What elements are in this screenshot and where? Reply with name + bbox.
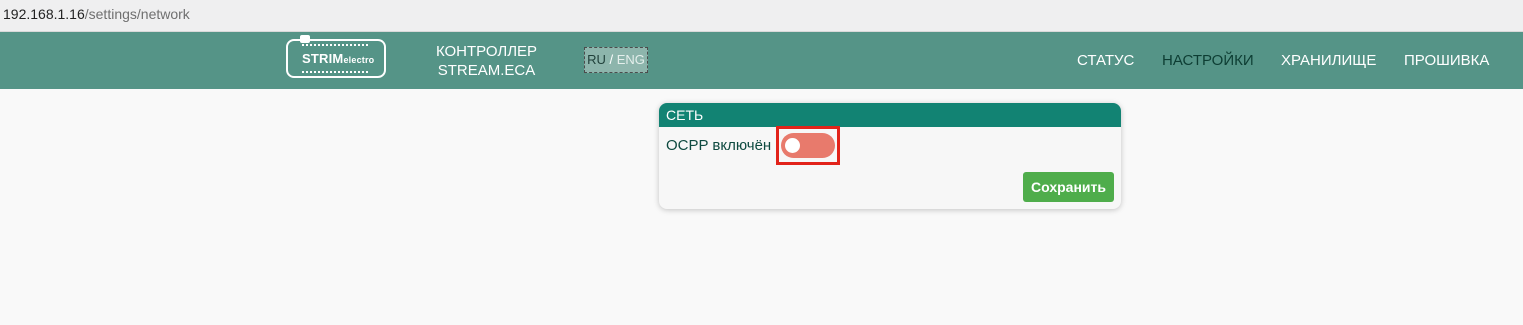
logo-text-main: STRIM: [302, 51, 344, 66]
logo-dots-bottom: [302, 71, 368, 73]
card-title: СЕТЬ: [659, 103, 1121, 127]
nav-storage[interactable]: ХРАНИЛИЩЕ: [1281, 32, 1376, 89]
ocpp-enabled-label: OCPP включён: [666, 137, 772, 154]
controller-title: КОНТРОЛЛЕР STREAM.ECA: [420, 42, 553, 80]
logo-text-sub: electro: [343, 55, 375, 65]
nav-settings[interactable]: НАСТРОЙКИ: [1162, 32, 1254, 89]
toggle-knob: [785, 138, 800, 153]
url-host: 192.168.1.16: [3, 6, 85, 22]
nav-status[interactable]: СТАТУС: [1077, 32, 1134, 89]
network-settings-card: СЕТЬ OCPP включён Сохранить: [659, 103, 1121, 209]
language-switcher[interactable]: RU / ENG: [584, 47, 648, 73]
lang-ru[interactable]: RU: [587, 52, 606, 67]
strim-electro-logo[interactable]: STRIMelectro: [286, 35, 386, 78]
controller-title-line1: КОНТРОЛЛЕР: [435, 43, 538, 60]
controller-title-line2: STREAM.ECA: [437, 62, 536, 79]
app-header: STRIMelectro КОНТРОЛЛЕР STREAM.ECA RU / …: [0, 32, 1523, 89]
url-path: /settings/network: [84, 6, 190, 22]
url-text[interactable]: 192.168.1.16/settings/network: [3, 6, 190, 22]
plug-icon: [300, 35, 310, 43]
lang-eng[interactable]: ENG: [617, 52, 645, 67]
logo-dots-top: [302, 44, 368, 46]
logo-text: STRIMelectro: [302, 51, 374, 66]
nav-firmware[interactable]: ПРОШИВКА: [1404, 32, 1489, 89]
ocpp-enabled-toggle[interactable]: [781, 133, 835, 158]
browser-address-bar[interactable]: 192.168.1.16/settings/network: [0, 0, 1523, 32]
save-button[interactable]: Сохранить: [1023, 172, 1114, 202]
lang-separator: /: [609, 52, 614, 67]
